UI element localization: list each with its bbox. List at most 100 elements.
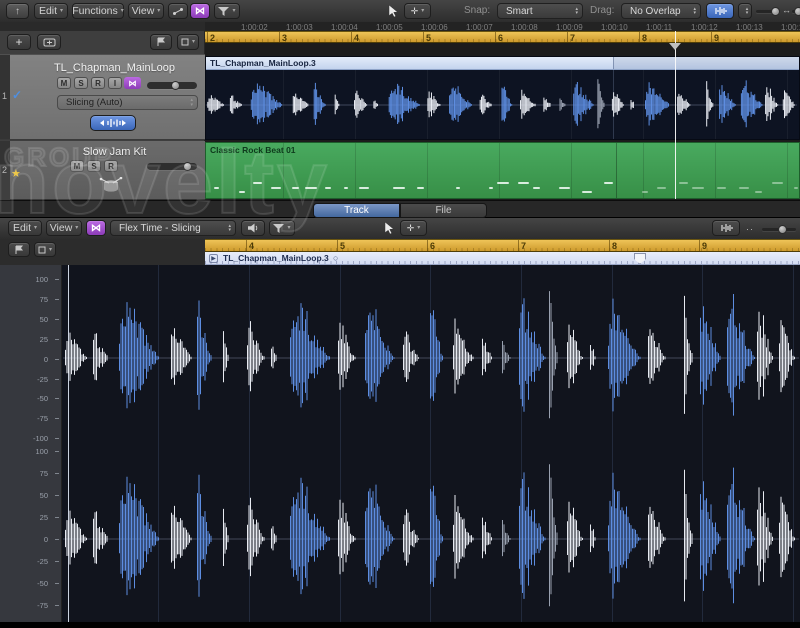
editor-region-bar[interactable]: ▶ TL_Chapman_MainLoop.3 ○ <box>205 252 800 265</box>
editor-cycle-bar[interactable]: 456789 <box>205 239 800 252</box>
editor-flex-button[interactable]: ⋈ <box>86 220 106 236</box>
scale-tick <box>55 359 59 360</box>
panel-toggle-button[interactable]: ↑ <box>6 3 29 19</box>
pointer-tool-icon[interactable] <box>384 221 395 235</box>
waveform-zoom-button[interactable] <box>706 3 734 19</box>
secondary-tool-button[interactable]: ✛ ▾ <box>404 3 431 19</box>
ruler-beat-label: 7 <box>570 33 575 43</box>
beat-gridline <box>340 265 341 628</box>
secondary-tool-button[interactable]: ✛ ▾ <box>400 220 427 236</box>
midi-note <box>582 191 592 193</box>
cycle-bar[interactable]: 23456789 <box>205 31 800 43</box>
flex-time-dropdown[interactable]: Flex Time - Slicing ▴▾ <box>110 220 236 236</box>
flex-button[interactable]: ⋈ <box>190 3 210 19</box>
drag-dropdown[interactable]: No Overlap ▴▾ <box>621 3 701 19</box>
midi-note <box>456 187 460 189</box>
time-ruler[interactable]: 11:00:021:00:031:00:041:00:051:00:061:00… <box>190 22 800 31</box>
channel-button-s[interactable]: S <box>87 160 101 172</box>
vertical-zoom-stepper[interactable]: ▴▾ <box>738 3 752 19</box>
scale-tick <box>55 339 59 340</box>
flag-icon <box>14 245 24 255</box>
track-star-icon[interactable]: ★ <box>11 167 21 180</box>
editor-filter-button[interactable]: ▾ <box>269 220 295 236</box>
volume-knob[interactable] <box>183 162 192 171</box>
playhead[interactable] <box>675 31 676 199</box>
loop-divider <box>616 143 617 198</box>
beat-gridline <box>643 70 644 139</box>
scale-label: 100 <box>22 447 48 456</box>
flex-enable-button[interactable] <box>90 115 136 131</box>
beat-gridline <box>430 265 431 628</box>
tab-file[interactable]: File <box>400 203 487 218</box>
track-name[interactable]: Slow Jam Kit <box>24 146 205 158</box>
view-menu[interactable]: View ▾ <box>128 3 164 19</box>
tab-track[interactable]: Track <box>313 203 400 218</box>
flex-mode-dropdown[interactable]: Slicing (Auto) ▴▾ <box>57 95 198 110</box>
chevron-down-icon: ▾ <box>287 225 290 231</box>
scale-label: 25 <box>22 513 48 522</box>
snap-dropdown[interactable]: Smart ▴▾ <box>497 3 583 19</box>
horizontal-zoom-icon: ↔ <box>782 5 791 15</box>
flex-mode-value: Slicing (Auto) <box>66 97 186 108</box>
region-header[interactable]: TL_Chapman_MainLoop.3 <box>206 57 799 70</box>
automation-icon <box>172 7 184 16</box>
channel-button-r[interactable]: R <box>104 160 118 172</box>
zoom-preset-button[interactable] <box>150 34 172 50</box>
audio-region[interactable]: TL_Chapman_MainLoop.3 <box>205 56 800 140</box>
view-options-button[interactable]: ▾ <box>177 34 199 50</box>
midi-region[interactable]: Classic Rock Beat 01 <box>205 142 800 199</box>
duplicate-track-button[interactable] <box>37 34 61 50</box>
track-header-1[interactable]: 1 ✓ TL_Chapman_MainLoop MSRI ⋈ Slicing (… <box>0 54 205 140</box>
ruler-spacer <box>0 22 205 31</box>
automation-button[interactable] <box>168 3 188 19</box>
slider-thumb[interactable] <box>778 225 787 234</box>
waveform-zoom-button[interactable] <box>712 220 740 236</box>
chevron-down-icon: ▾ <box>34 225 37 231</box>
track-flex-icon[interactable]: ⋈ <box>124 77 141 89</box>
scale-label: -75 <box>22 414 48 423</box>
beat-gridline <box>427 70 428 139</box>
channel-buttons: MSR <box>70 160 123 172</box>
catch-playhead-button[interactable] <box>8 242 30 257</box>
editor-view-options-button[interactable]: ▾ <box>34 242 56 257</box>
editor-edit-menu[interactable]: Edit ▾ <box>8 220 42 236</box>
region-loop-section <box>613 57 799 69</box>
scale-label: -100 <box>22 434 48 443</box>
track-header-2[interactable]: 2 ★ Slow Jam Kit MSR <box>0 141 205 200</box>
channel-button-s[interactable]: S <box>74 77 88 89</box>
beat-gridline <box>702 265 703 628</box>
edit-menu[interactable]: Edit ▾ <box>34 3 68 19</box>
editor-view-menu[interactable]: View ▾ <box>46 220 82 236</box>
scale-tick <box>55 495 59 496</box>
funnel-icon <box>218 7 229 16</box>
prelisten-button[interactable] <box>241 220 265 236</box>
chevron-down-icon: ▾ <box>192 39 195 45</box>
beat-divider <box>279 32 280 42</box>
functions-menu[interactable]: Functions ▾ <box>72 3 124 19</box>
volume-knob[interactable] <box>171 81 180 90</box>
tab-label: File <box>435 205 451 216</box>
waveform-plot[interactable] <box>62 265 800 628</box>
pointer-tool-icon[interactable] <box>388 4 399 18</box>
volume-slider[interactable] <box>147 82 197 89</box>
track-enable-check-icon[interactable]: ✓ <box>12 88 22 102</box>
vertical-zoom-slider[interactable] <box>756 10 780 13</box>
track-name[interactable]: TL_Chapman_MainLoop <box>24 62 205 74</box>
ruler-beat-label: 3 <box>282 33 287 43</box>
track-filter-button[interactable]: ▾ <box>214 3 240 19</box>
channel-button-r[interactable]: R <box>91 77 105 89</box>
view-menu-label: View <box>132 5 155 17</box>
ruler-beat-label: 8 <box>642 33 647 43</box>
add-track-button[interactable]: + <box>7 34 31 50</box>
slider-thumb[interactable] <box>771 7 780 16</box>
channel-button-i[interactable]: I <box>108 77 122 89</box>
volume-slider[interactable] <box>147 163 197 170</box>
scale-label: 75 <box>22 469 48 478</box>
scale-label: -25 <box>22 375 48 384</box>
editor-zoom-slider[interactable] <box>762 228 796 231</box>
channel-button-m[interactable]: M <box>57 77 71 89</box>
slider-thumb[interactable] <box>794 7 800 16</box>
channel-button-m[interactable]: M <box>70 160 84 172</box>
horizontal-zoom-slider[interactable] <box>792 10 800 13</box>
playhead-marker-icon[interactable] <box>669 43 681 50</box>
